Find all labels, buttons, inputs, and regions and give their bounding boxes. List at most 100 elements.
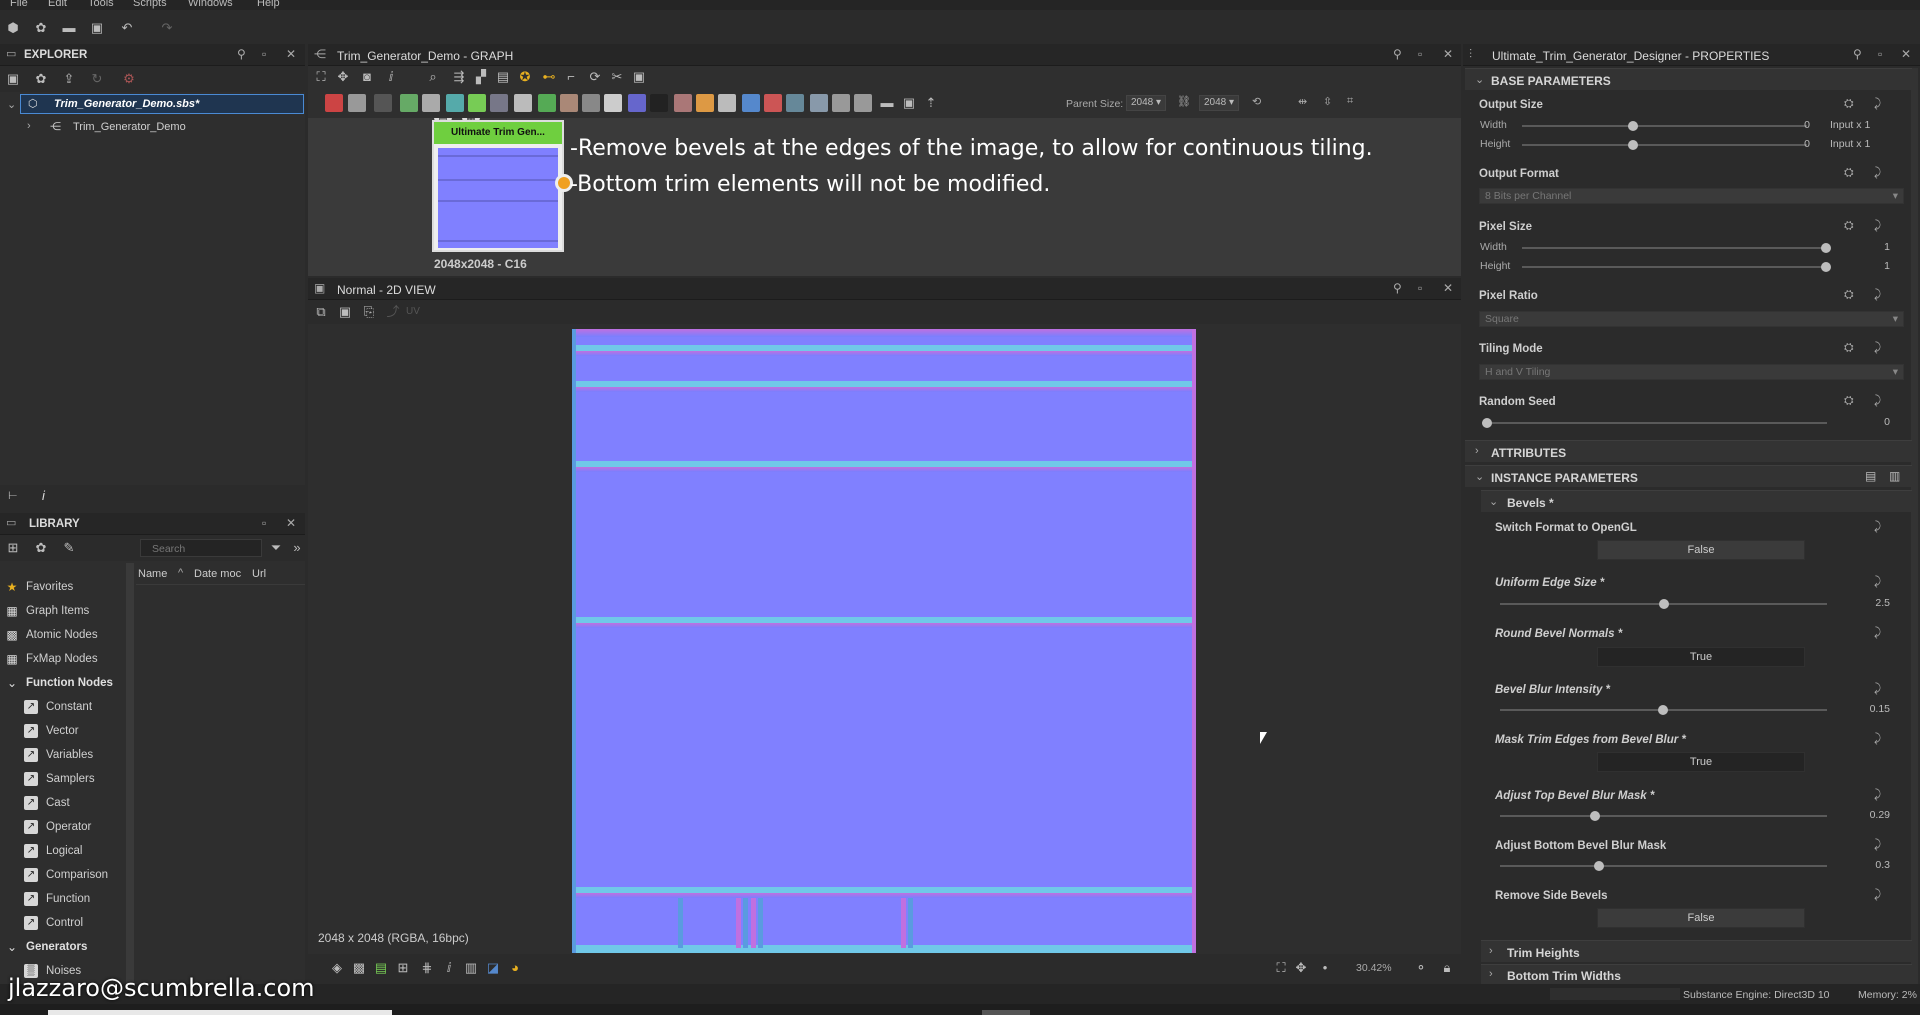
base-parameters-header[interactable]: ⌄ BASE PARAMETERS <box>1465 68 1912 90</box>
tree-package-row[interactable]: ⌄ ⬡ Trim_Generator_Demo.sbs* <box>7 94 304 114</box>
library-item[interactable]: ▦ Graph Items <box>0 600 126 624</box>
node-grid-icon[interactable] <box>514 94 532 112</box>
adjust-top-slider[interactable] <box>1500 811 1827 821</box>
library-item[interactable]: ⌄ Generators <box>0 936 126 960</box>
relative-icon[interactable]: ⤸ <box>1874 519 1881 534</box>
pin-icon[interactable]: ⚲ <box>1853 47 1862 61</box>
info-icon[interactable]: ⅈ <box>440 959 458 977</box>
output-height-knob[interactable] <box>1628 140 1638 150</box>
expand-arrow-icon[interactable]: › <box>27 120 31 132</box>
close-icon[interactable]: ✕ <box>286 516 296 530</box>
color-wheel-icon[interactable]: ◕ <box>506 959 524 977</box>
library-item[interactable]: ↗ Control <box>0 912 126 936</box>
pixel-width-knob[interactable] <box>1821 243 1831 253</box>
adjust-bottom-value[interactable]: 0.3 <box>1860 859 1890 871</box>
frame-node-icon[interactable]: ▣ <box>900 94 918 112</box>
settings-dot-icon[interactable]: ⚬ <box>1412 959 1430 977</box>
link-params-icon[interactable]: ⛭ <box>1844 165 1854 180</box>
vbar-icon[interactable]: ⇳ <box>1323 95 1332 108</box>
pin-icon[interactable]: ⚲ <box>237 47 246 61</box>
node-frame-icon[interactable] <box>742 94 760 112</box>
float-icon[interactable]: ▫ <box>1878 47 1882 61</box>
close-icon[interactable]: ✕ <box>1443 47 1453 61</box>
library-item[interactable]: ↗ Logical <box>0 840 126 864</box>
trim-generator-node[interactable]: Ultimate Trim Gen... <box>432 120 564 252</box>
view2d-canvas[interactable]: 2048 x 2048 (RGBA, 16bpc) <box>308 324 1461 954</box>
pin-node-icon[interactable]: ⇡ <box>922 94 940 112</box>
library-item[interactable]: ↗ Constant <box>0 696 126 720</box>
python-icon[interactable]: ✪ <box>516 68 534 86</box>
new-substance-icon[interactable]: ✿ <box>32 19 50 37</box>
grid-snap-icon[interactable]: ⌗ <box>1347 95 1353 108</box>
channels-icon[interactable]: ▤ <box>372 959 390 977</box>
tool-icon[interactable]: ✂ <box>608 68 626 86</box>
random-seed-knob[interactable] <box>1482 418 1492 428</box>
menu-scripts[interactable]: Scripts <box>133 0 167 9</box>
node-normal-icon[interactable] <box>628 94 646 112</box>
node-noise-icon[interactable] <box>650 94 668 112</box>
uniform-edge-knob[interactable] <box>1659 599 1669 609</box>
layout-icon[interactable]: ▞ <box>472 68 490 86</box>
relative-icon[interactable]: ⤸ <box>1874 287 1881 302</box>
remove-side-toggle[interactable]: False <box>1597 908 1805 928</box>
pixel-width-slider[interactable] <box>1522 243 1831 253</box>
undo-icon[interactable]: ↶ <box>118 19 136 37</box>
node-warp-icon[interactable] <box>490 94 508 112</box>
adjust-top-knob[interactable] <box>1590 811 1600 821</box>
node-fill-icon[interactable] <box>374 94 392 112</box>
color-picker-icon[interactable]: ◪ <box>484 959 502 977</box>
bevel-blur-slider[interactable] <box>1500 705 1827 715</box>
node-blend-icon[interactable] <box>422 94 440 112</box>
pixel-height-knob[interactable] <box>1821 262 1831 272</box>
grid-icon[interactable]: ⊞ <box>394 959 412 977</box>
bottom-trim-widths-group[interactable]: › Bottom Trim Widths <box>1481 964 1912 984</box>
pan-icon[interactable]: ✥ <box>334 68 352 86</box>
close-icon[interactable]: ✕ <box>1901 47 1911 61</box>
preset-menu-icon[interactable]: ▥ <box>1889 469 1900 483</box>
relative-icon[interactable]: ⤸ <box>1874 625 1881 640</box>
library-item[interactable]: ↗ Operator <box>0 816 126 840</box>
info-icon[interactable]: i <box>42 488 45 503</box>
node-pixel-processor-icon[interactable] <box>560 94 578 112</box>
close-icon[interactable]: ✕ <box>286 47 296 61</box>
relative-icon[interactable]: ⤸ <box>1874 218 1881 233</box>
node-curve-icon[interactable] <box>468 94 486 112</box>
redo-icon[interactable]: ↷ <box>158 19 176 37</box>
node-transform-icon[interactable] <box>446 94 464 112</box>
float-icon[interactable]: ▫ <box>1418 281 1422 295</box>
open-folder-icon[interactable]: ▬ <box>60 19 78 37</box>
zoom-level[interactable]: 30.42% <box>1356 962 1392 974</box>
output-width-knob[interactable] <box>1628 121 1638 131</box>
link-params-icon[interactable]: ⛭ <box>1844 287 1854 302</box>
node-bitmap-icon[interactable] <box>325 94 343 112</box>
node-fxmap-icon[interactable] <box>538 94 556 112</box>
refresh-icon[interactable]: ↻ <box>88 70 106 88</box>
output-height-slider[interactable] <box>1522 140 1807 150</box>
relative-icon[interactable]: ⤸ <box>1874 574 1881 589</box>
bevels-group-header[interactable]: ⌄ Bevels * <box>1481 490 1912 512</box>
pixel-height-slider[interactable] <box>1522 262 1831 272</box>
node-split-icon[interactable] <box>810 94 828 112</box>
expand-icon[interactable]: » <box>288 539 306 557</box>
output-height-value[interactable]: 0 <box>1780 138 1810 150</box>
pin-icon[interactable]: ⚲ <box>1393 281 1402 295</box>
align-icon[interactable]: ⇶ <box>450 68 468 86</box>
library-item[interactable]: ▦ FxMap Nodes <box>0 648 126 672</box>
layers-stack-icon[interactable]: ◈ <box>328 959 346 977</box>
float-icon[interactable]: ▫ <box>262 516 266 530</box>
relative-icon[interactable]: ⤸ <box>1874 340 1881 355</box>
output-format-select[interactable]: 8 Bits per Channel <box>1479 188 1904 204</box>
mask-trim-toggle[interactable]: True <box>1597 752 1805 772</box>
chain-link-icon[interactable]: ⛓ <box>1177 95 1191 108</box>
library-item[interactable]: ↗ Function <box>0 888 126 912</box>
library-item[interactable]: ↗ Variables <box>0 744 126 768</box>
library-item[interactable]: ▩ Atomic Nodes <box>0 624 126 648</box>
collapse-arrow-icon[interactable]: ⌄ <box>7 98 16 111</box>
relative-icon[interactable]: ⤸ <box>1874 393 1881 408</box>
new-folder-icon[interactable]: ⊞ <box>4 539 22 557</box>
adjust-bottom-knob[interactable] <box>1594 861 1604 871</box>
cycle-icon[interactable]: ⟳ <box>586 68 604 86</box>
connector-icon[interactable]: ⌐ <box>562 68 580 86</box>
node-output-icon[interactable] <box>764 94 782 112</box>
node-crop-icon[interactable] <box>854 94 872 112</box>
